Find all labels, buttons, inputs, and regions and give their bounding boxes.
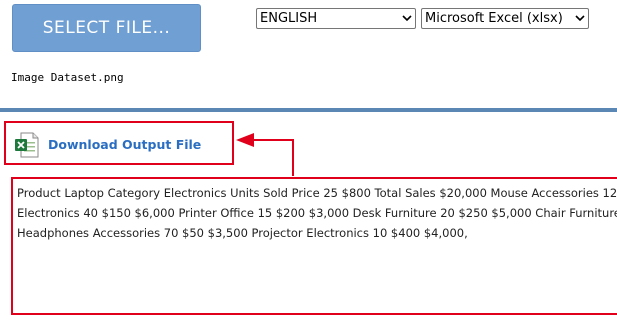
selected-file-name: Image Dataset.png [11, 71, 124, 84]
select-file-button[interactable]: SELECT FILE... [12, 4, 201, 52]
format-select-value: Microsoft Excel (xlsx) [425, 11, 563, 26]
chevron-down-icon [399, 9, 415, 28]
language-select-value: ENGLISH [260, 11, 318, 26]
output-line: Headphones Accessories 70 $50 $3,500 Pro… [17, 226, 468, 240]
page: SELECT FILE... ENGLISH Microsoft Excel (… [0, 0, 617, 322]
language-select[interactable]: ENGLISH [256, 8, 416, 29]
download-highlight-box: Download Output File [4, 121, 234, 165]
output-text-area[interactable]: Product Laptop Category Electronics Unit… [11, 177, 617, 315]
divider [0, 108, 617, 112]
format-select[interactable]: Microsoft Excel (xlsx) [421, 8, 589, 29]
excel-icon[interactable] [14, 131, 40, 159]
download-output-link[interactable]: Download Output File [48, 137, 201, 152]
output-line: Electronics 40 $150 $6,000 Printer Offic… [17, 206, 617, 220]
output-text: Product Laptop Category Electronics Unit… [17, 183, 617, 243]
output-line: Product Laptop Category Electronics Unit… [17, 186, 617, 200]
chevron-down-icon [572, 9, 588, 28]
